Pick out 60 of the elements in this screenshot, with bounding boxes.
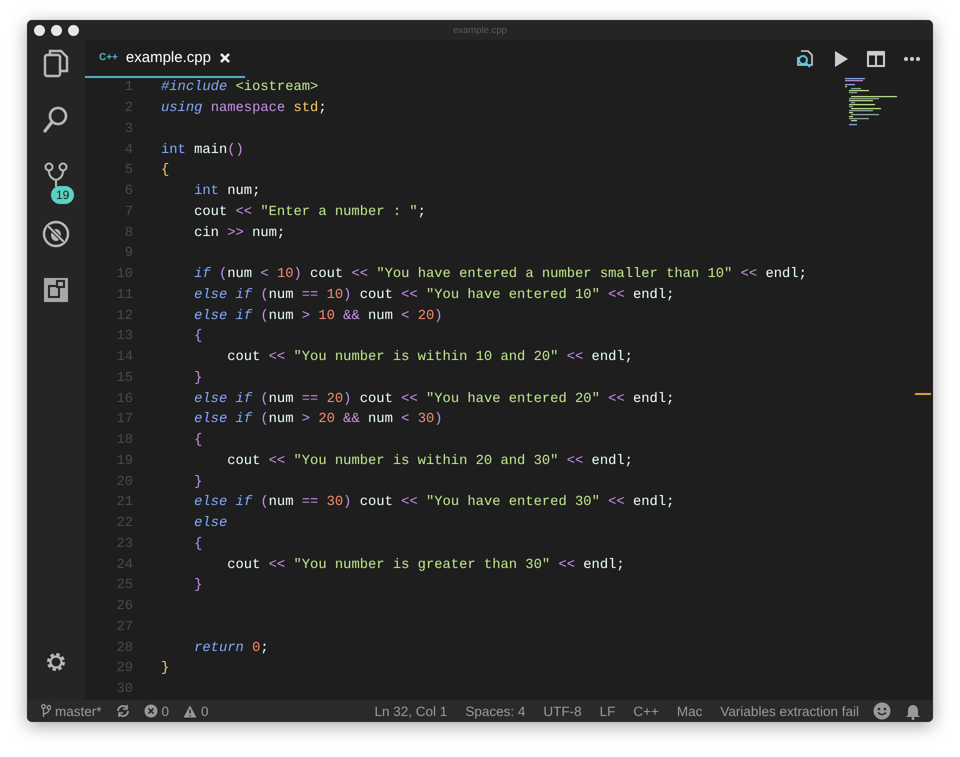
extensions-icon[interactable] bbox=[42, 276, 70, 304]
code-line: else if (num > 20 && num < 30) bbox=[193, 412, 443, 428]
status-item[interactable]: LF bbox=[600, 704, 616, 718]
code-line: int main() bbox=[161, 142, 244, 158]
warning-icon bbox=[183, 704, 198, 718]
minimap-drawing[interactable] bbox=[845, 78, 897, 126]
code-line: else bbox=[193, 516, 228, 532]
code-line: return 0; bbox=[193, 640, 269, 656]
status-item[interactable]: Ln 32, Col 1 bbox=[374, 704, 448, 718]
split-editor-icon[interactable] bbox=[867, 50, 885, 67]
search-icon[interactable] bbox=[42, 105, 70, 135]
code-line: else if (num == 30) cout << "You have entered 30" << endl; bbox=[193, 495, 674, 510]
error-icon bbox=[144, 704, 158, 718]
code-line: cout << "You number is within 10 and 20" << endl; bbox=[226, 350, 633, 366]
code-line: } bbox=[193, 474, 202, 490]
branch-name[interactable]: master* bbox=[55, 704, 102, 718]
bell-icon[interactable] bbox=[905, 702, 921, 720]
sync-icon[interactable] bbox=[116, 704, 130, 718]
settings-gear-icon[interactable] bbox=[44, 650, 68, 674]
code-line: cout << "You number is greater than 30" << endl; bbox=[226, 558, 625, 573]
warning-count[interactable]: 0 bbox=[201, 704, 209, 718]
code-line: { bbox=[193, 329, 202, 344]
code-line: { bbox=[161, 163, 170, 178]
error-count[interactable]: 0 bbox=[162, 704, 170, 718]
code-line: } bbox=[193, 370, 202, 386]
source-control-icon[interactable] bbox=[43, 162, 69, 188]
code-line: { bbox=[193, 536, 202, 552]
status-item[interactable]: Mac bbox=[676, 704, 702, 718]
play-icon[interactable] bbox=[833, 50, 849, 68]
code-line: else if (num == 10) cout << "You have entered 10" << endl; bbox=[193, 288, 674, 303]
code-line: else if (num == 20) cout << "You have entered 20" << endl; bbox=[193, 392, 674, 407]
code-line: cout << "Enter a number : "; bbox=[193, 204, 426, 220]
code-line: else if (num > 10 && num < 20) bbox=[193, 308, 443, 324]
branch-icon[interactable] bbox=[41, 704, 51, 718]
notification-badge: 19 bbox=[51, 186, 74, 204]
code-line: cin >> num; bbox=[193, 226, 286, 241]
code-line: if (num < 10) cout << "You have entered a number smaller than 10" << endl; bbox=[193, 267, 807, 282]
code-line: #include <iostream> bbox=[161, 80, 318, 96]
code-line: cout << "You number is within 20 and 30" << endl; bbox=[226, 454, 633, 469]
status-item[interactable]: Variables extraction fail bbox=[720, 704, 859, 718]
code-line: } bbox=[193, 578, 202, 594]
no-bug-icon[interactable] bbox=[41, 219, 71, 249]
smiley-icon[interactable] bbox=[873, 702, 891, 720]
more-icon[interactable] bbox=[903, 56, 921, 62]
status-item[interactable]: C++ bbox=[633, 704, 659, 718]
overview-ruler-mark bbox=[915, 392, 931, 394]
code-line: { bbox=[193, 433, 202, 448]
status-item[interactable]: Spaces: 4 bbox=[465, 704, 526, 718]
close-icon[interactable] bbox=[218, 52, 231, 64]
files-icon[interactable] bbox=[42, 48, 70, 78]
code-line: using namespace std; bbox=[161, 101, 327, 116]
window-close-button[interactable] bbox=[34, 24, 45, 36]
code-line: int num; bbox=[193, 184, 260, 200]
window-zoom-button[interactable] bbox=[68, 24, 79, 36]
tab-label: example.cpp bbox=[126, 49, 211, 66]
code-line: } bbox=[161, 661, 170, 676]
search-document-icon[interactable] bbox=[795, 48, 815, 69]
window-minimize-button[interactable] bbox=[51, 24, 62, 36]
status-item[interactable]: UTF-8 bbox=[543, 704, 582, 718]
cpp-file-icon: C++ bbox=[99, 52, 118, 64]
